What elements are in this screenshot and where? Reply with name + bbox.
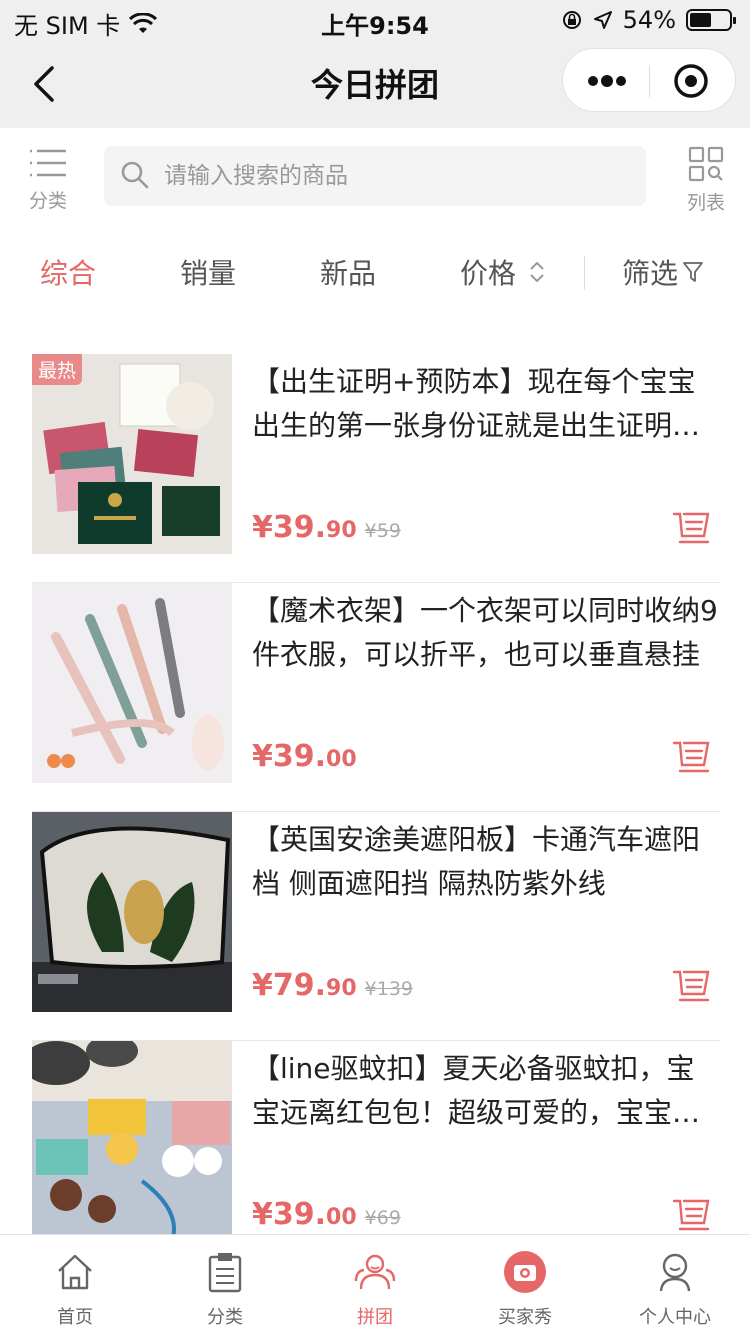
tab-new[interactable]: 新品 bbox=[320, 252, 376, 292]
tabbar-group-buy[interactable]: 拼团 bbox=[300, 1235, 450, 1335]
product-title[interactable]: 【line驱蚊扣】夏天必备驱蚊扣，宝宝远离红包包！超级可爱的，宝宝很喜欢 bbox=[252, 1047, 720, 1135]
category-label: 分类 bbox=[28, 190, 67, 212]
cart-icon[interactable] bbox=[672, 968, 712, 1004]
price-integer: ¥79. bbox=[252, 968, 327, 1003]
product-title[interactable]: 【魔术衣架】一个衣架可以同时收纳9件衣服，可以折平，也可以垂直悬挂 bbox=[252, 589, 720, 677]
tab-divider bbox=[584, 256, 585, 290]
battery-icon bbox=[686, 9, 736, 31]
camera-icon bbox=[504, 1251, 546, 1293]
cart-icon[interactable] bbox=[672, 1197, 712, 1233]
list-menu-icon bbox=[30, 149, 66, 177]
person-icon bbox=[659, 1253, 691, 1292]
tab-price-label: 价格 bbox=[460, 257, 517, 290]
clipboard-icon bbox=[208, 1253, 242, 1293]
home-icon bbox=[58, 1254, 92, 1290]
category-button[interactable]: 分类 bbox=[24, 146, 72, 213]
original-price: ¥59 bbox=[364, 520, 401, 542]
close-program-icon[interactable] bbox=[673, 63, 709, 99]
product-image[interactable] bbox=[32, 812, 232, 1012]
product-title[interactable]: 【英国安途美遮阳板】卡通汽车遮阳档 侧面遮阳挡 隔热防紫外线 bbox=[252, 818, 720, 906]
product-item[interactable]: 【英国安途美遮阳板】卡通汽车遮阳档 侧面遮阳挡 隔热防紫外线 ¥79.90 ¥13… bbox=[32, 812, 720, 1041]
capsule-divider bbox=[649, 65, 650, 97]
price-decimal: 90 bbox=[326, 518, 357, 543]
mini-program-capsule bbox=[562, 48, 736, 112]
tab-comprehensive[interactable]: 综合 bbox=[40, 252, 96, 292]
product-image[interactable] bbox=[32, 583, 232, 783]
location-icon bbox=[593, 11, 612, 29]
tabbar-home[interactable]: 首页 bbox=[0, 1235, 150, 1335]
tab-filter[interactable]: 筛选 bbox=[622, 252, 704, 292]
tabbar-buyer-show-label: 买家秀 bbox=[498, 1307, 552, 1328]
price-integer: ¥39. bbox=[252, 510, 327, 545]
tabbar-group-buy-label: 拼团 bbox=[357, 1307, 393, 1328]
tabbar-profile[interactable]: 个人中心 bbox=[600, 1235, 750, 1335]
list-label: 列表 bbox=[686, 192, 725, 214]
nav-bar: 今日拼团 bbox=[0, 40, 750, 128]
sort-tabs: 综合 销量 新品 价格 筛选 bbox=[0, 232, 750, 312]
rotation-lock-icon bbox=[562, 11, 581, 29]
product-price: ¥39.90 ¥59 bbox=[252, 510, 401, 545]
price-integer: ¥39. bbox=[252, 1197, 327, 1232]
product-image[interactable]: 最热 bbox=[32, 354, 232, 554]
battery-percent: 54% bbox=[622, 6, 676, 34]
product-title[interactable]: 【出生证明+预防本】现在每个宝宝出生的第一张身份证就是出生证明了，这个出生证明保… bbox=[252, 360, 720, 448]
product-price: ¥39.00 ¥69 bbox=[252, 1197, 401, 1232]
search-row: 分类 列表 bbox=[0, 128, 750, 232]
tabbar-buyer-show[interactable]: 买家秀 bbox=[450, 1235, 600, 1335]
cart-icon[interactable] bbox=[672, 510, 712, 546]
price-decimal: 00 bbox=[326, 747, 357, 772]
filter-icon bbox=[683, 262, 703, 282]
original-price: ¥69 bbox=[364, 1207, 401, 1229]
tab-filter-label: 筛选 bbox=[622, 257, 679, 290]
sort-arrows-icon bbox=[530, 261, 544, 283]
tabbar-category[interactable]: 分类 bbox=[150, 1235, 300, 1335]
product-item[interactable]: 【魔术衣架】一个衣架可以同时收纳9件衣服，可以折平，也可以垂直悬挂 ¥39.00 bbox=[32, 583, 720, 812]
product-item[interactable]: 最热 【出生证明+预防本】现在每个宝宝出生的第一张身份证就是出生证明了，这个出生… bbox=[32, 354, 720, 583]
bottom-tab-bar: 首页 分类 拼团 买家秀 个人中心 bbox=[0, 1234, 750, 1334]
search-box[interactable] bbox=[104, 146, 646, 206]
cart-icon[interactable] bbox=[672, 739, 712, 775]
list-view-button[interactable]: 列表 bbox=[682, 146, 730, 215]
search-input[interactable] bbox=[164, 146, 634, 206]
original-price: ¥139 bbox=[364, 978, 414, 1000]
hot-badge: 最热 bbox=[32, 354, 83, 385]
more-icon[interactable] bbox=[585, 65, 629, 97]
product-price: ¥39.00 bbox=[252, 739, 357, 774]
product-price: ¥79.90 ¥139 bbox=[252, 968, 413, 1003]
group-icon bbox=[354, 1254, 396, 1290]
price-decimal: 90 bbox=[326, 976, 357, 1001]
tabbar-home-label: 首页 bbox=[57, 1307, 93, 1328]
tab-price[interactable]: 价格 bbox=[460, 252, 546, 292]
tab-sales[interactable]: 销量 bbox=[180, 252, 236, 292]
tabbar-profile-label: 个人中心 bbox=[639, 1307, 711, 1328]
tabbar-category-label: 分类 bbox=[207, 1307, 243, 1328]
price-decimal: 00 bbox=[326, 1205, 357, 1230]
status-bar: 无 SIM 卡 上午9:54 54% bbox=[0, 0, 750, 40]
grid-view-icon bbox=[688, 146, 724, 182]
price-integer: ¥39. bbox=[252, 739, 327, 774]
product-image[interactable] bbox=[32, 1041, 232, 1241]
search-icon bbox=[121, 161, 149, 189]
